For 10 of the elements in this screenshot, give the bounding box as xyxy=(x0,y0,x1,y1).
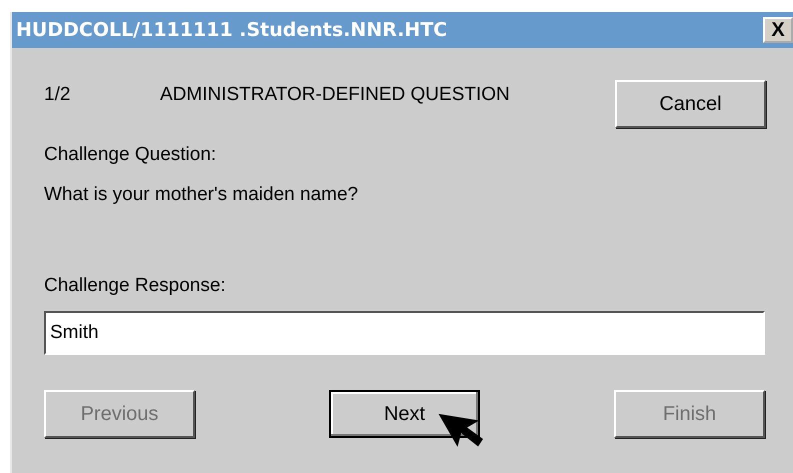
next-button[interactable]: Next xyxy=(329,390,480,438)
cancel-button[interactable]: Cancel xyxy=(615,80,766,128)
step-counter: 1/2 xyxy=(44,84,72,106)
question-heading: ADMINISTRATOR-DEFINED QUESTION xyxy=(160,84,511,106)
close-button[interactable]: X xyxy=(763,17,793,43)
question-label: Challenge Question: xyxy=(44,144,218,166)
response-label: Challenge Response: xyxy=(44,275,227,297)
question-text: What is your mother's maiden name? xyxy=(44,184,360,206)
window-title: HUDDCOLL/1111111 .Students.NNR.HTC xyxy=(16,19,448,41)
response-field[interactable]: Smith xyxy=(44,311,765,355)
